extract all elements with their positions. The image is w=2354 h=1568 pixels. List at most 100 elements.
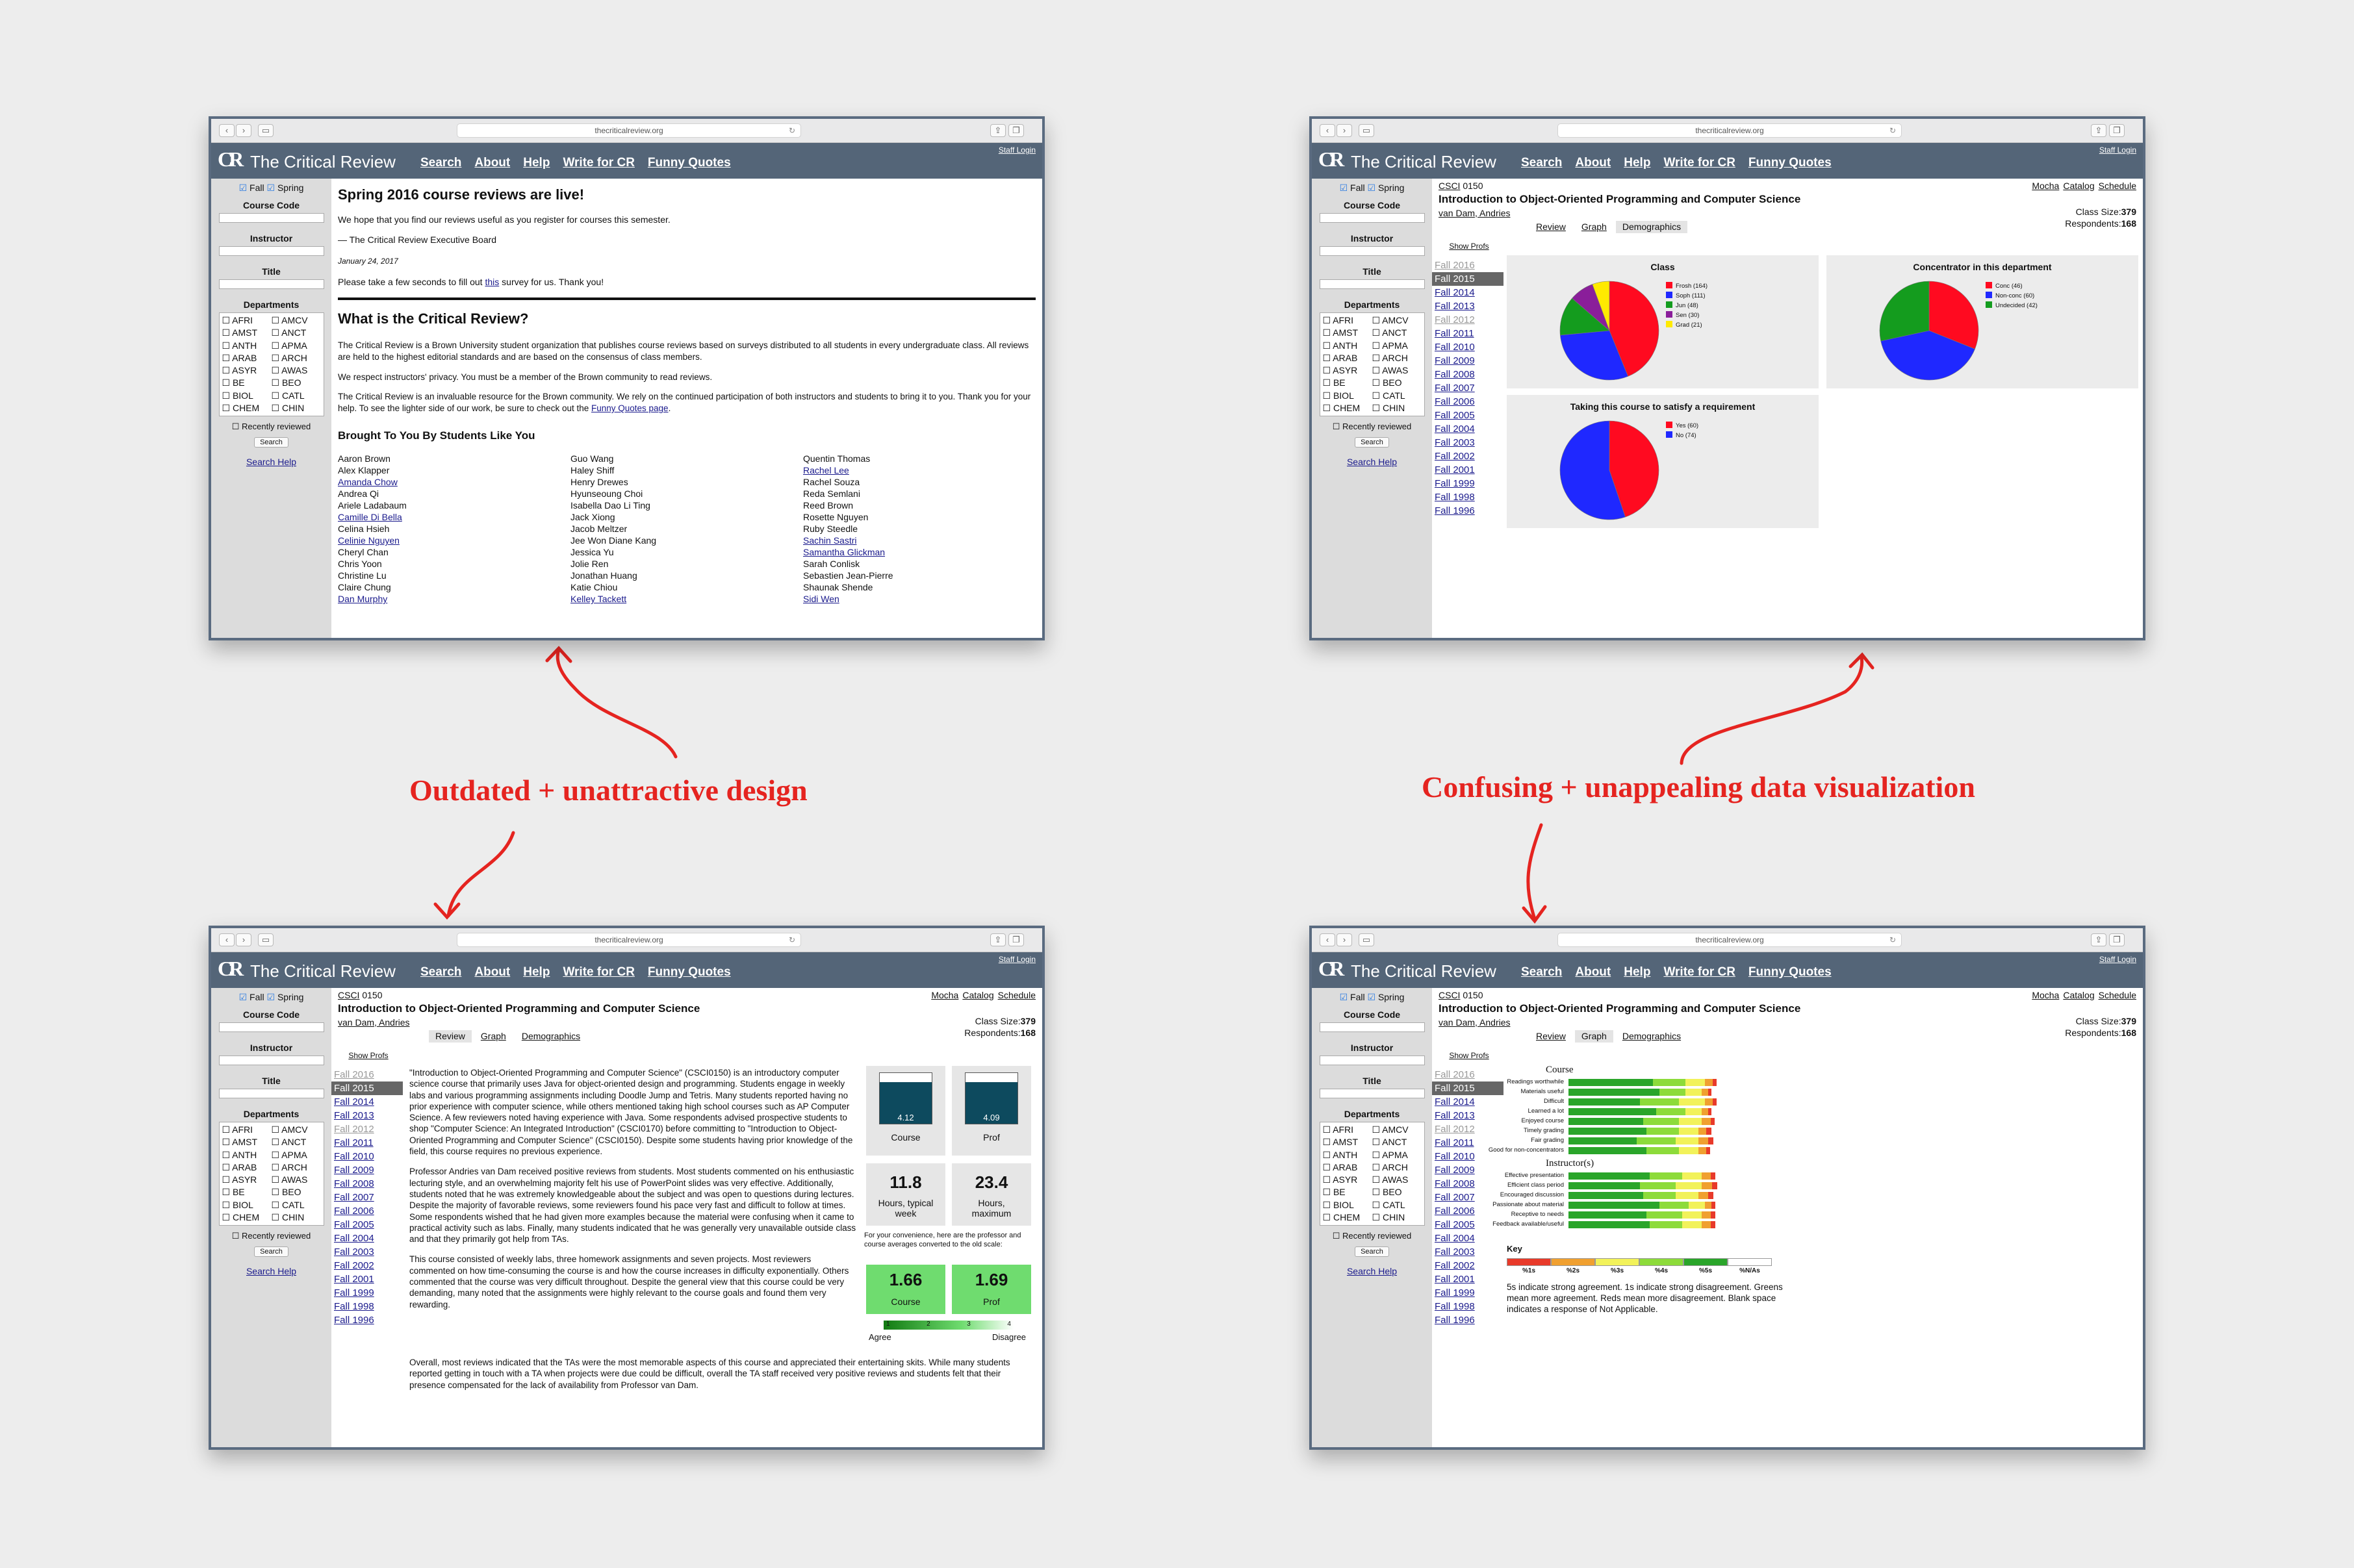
show-profs-button[interactable]: Show Profs bbox=[1432, 1049, 1503, 1063]
semester-item[interactable]: Fall 2015 bbox=[1432, 272, 1503, 286]
title-input[interactable] bbox=[1319, 279, 1425, 289]
dept-option[interactable]: ☐ BIOL bbox=[1323, 390, 1372, 402]
dept-option[interactable]: ☐ AWAS bbox=[272, 1174, 321, 1186]
semester-item[interactable]: Fall 1996 bbox=[331, 1313, 403, 1327]
dept-option[interactable]: ☐ CATL bbox=[272, 1199, 321, 1211]
dept-option[interactable]: ☐ BEO bbox=[272, 377, 321, 389]
dept-option[interactable]: ☐ BIOL bbox=[222, 1199, 272, 1211]
dept-option[interactable]: ☐ APMA bbox=[272, 1149, 321, 1161]
semester-item[interactable]: Fall 1998 bbox=[1432, 490, 1503, 504]
student-name-link[interactable]: Amanda Chow bbox=[338, 476, 570, 488]
search-help-link[interactable]: Search Help bbox=[1312, 1266, 1432, 1276]
semester-item[interactable]: Fall 2004 bbox=[1432, 422, 1503, 436]
nav-about[interactable]: About bbox=[1575, 156, 1611, 170]
dept-option[interactable]: ☐ ARAB bbox=[1323, 1161, 1372, 1174]
tab-demographics[interactable]: Demographics bbox=[1616, 1030, 1687, 1043]
sidebar-toggle-icon[interactable]: ▭ bbox=[258, 124, 274, 137]
back-icon[interactable]: ‹ bbox=[219, 933, 235, 946]
site-name[interactable]: The Critical Review bbox=[1351, 961, 1496, 981]
nav-funny-quotes[interactable]: Funny Quotes bbox=[648, 965, 731, 980]
semester-item[interactable]: Fall 2012 bbox=[1432, 313, 1503, 327]
forward-icon[interactable]: › bbox=[1337, 124, 1352, 137]
dept-option[interactable]: ☐ ARCH bbox=[1372, 1161, 1422, 1174]
fall-checkbox[interactable]: ☑ bbox=[1340, 183, 1348, 193]
departments-list[interactable]: ☐ AFRI ☐ AMCV ☐ AMST ☐ ANCT ☐ ANTH ☐ APMA ☐ AR… bbox=[218, 1122, 324, 1226]
student-name-link[interactable]: Celinie Nguyen bbox=[338, 535, 570, 546]
semester-item[interactable]: Fall 2006 bbox=[331, 1204, 403, 1218]
dept-option[interactable]: ☐ BIOL bbox=[1323, 1199, 1372, 1211]
departments-list[interactable]: ☐ AFRI ☐ AMCV ☐ AMST ☐ ANCT ☐ ANTH ☐ APMA ☐ AR… bbox=[1319, 312, 1425, 416]
dept-option[interactable]: ☐ AMCV bbox=[272, 314, 321, 327]
dept-option[interactable]: ☐ AMST bbox=[222, 1136, 272, 1148]
cr-logo[interactable]: CR bbox=[218, 957, 244, 981]
instructor-input[interactable] bbox=[1319, 246, 1425, 256]
tab-review[interactable]: Review bbox=[1529, 221, 1572, 233]
dept-option[interactable]: ☐ ARCH bbox=[272, 1161, 321, 1174]
semester-item[interactable]: Fall 2006 bbox=[1432, 395, 1503, 409]
nav-funny-quotes[interactable]: Funny Quotes bbox=[1748, 965, 1832, 980]
site-name[interactable]: The Critical Review bbox=[250, 961, 396, 981]
share-icon[interactable]: ⇪ bbox=[990, 933, 1006, 946]
dept-option[interactable]: ☐ ARCH bbox=[1372, 352, 1422, 364]
funny-quotes-link[interactable]: Funny Quotes page bbox=[591, 403, 669, 413]
semester-item[interactable]: Fall 2001 bbox=[1432, 463, 1503, 477]
course-dept-link[interactable]: CSCI bbox=[1439, 990, 1460, 1000]
dept-option[interactable]: ☐ ANTH bbox=[222, 1149, 272, 1161]
semester-item[interactable]: Fall 2001 bbox=[1432, 1272, 1503, 1286]
fall-checkbox[interactable]: ☑ bbox=[239, 183, 248, 193]
tabs-icon[interactable]: ❐ bbox=[2109, 933, 2125, 946]
mocha-link[interactable]: Mocha bbox=[2032, 180, 2059, 192]
recently-reviewed-option[interactable]: ☐ Recently reviewed bbox=[1312, 1231, 1432, 1241]
dept-option[interactable]: ☐ CHIN bbox=[272, 1211, 321, 1224]
nav-help[interactable]: Help bbox=[523, 156, 550, 170]
semester-item[interactable]: Fall 2014 bbox=[331, 1095, 403, 1109]
title-input[interactable] bbox=[1319, 1089, 1425, 1098]
dept-option[interactable]: ☐ APMA bbox=[1372, 1149, 1422, 1161]
address-bar[interactable]: thecriticalreview.org ↻ bbox=[1557, 123, 1902, 138]
search-button[interactable]: Search bbox=[1355, 437, 1389, 448]
dept-option[interactable]: ☐ ARAB bbox=[1323, 352, 1372, 364]
nav-write[interactable]: Write for CR bbox=[1663, 965, 1735, 980]
dept-option[interactable]: ☐ ANTH bbox=[222, 340, 272, 352]
spring-checkbox[interactable]: ☑ bbox=[266, 992, 275, 1002]
semester-item[interactable]: Fall 2002 bbox=[1432, 449, 1503, 463]
dept-option[interactable]: ☐ ANTH bbox=[1323, 340, 1372, 352]
course-dept-link[interactable]: CSCI bbox=[1439, 181, 1460, 191]
semester-item[interactable]: Fall 2013 bbox=[1432, 299, 1503, 313]
semester-item[interactable]: Fall 1999 bbox=[331, 1286, 403, 1300]
site-name[interactable]: The Critical Review bbox=[250, 152, 396, 172]
nav-write[interactable]: Write for CR bbox=[563, 156, 634, 170]
search-help-link[interactable]: Search Help bbox=[1312, 457, 1432, 467]
staff-login-link[interactable]: Staff Login bbox=[999, 955, 1036, 964]
dept-option[interactable]: ☐ AFRI bbox=[1323, 314, 1372, 327]
dept-option[interactable]: ☐ AWAS bbox=[1372, 1174, 1422, 1186]
sidebar-toggle-icon[interactable]: ▭ bbox=[1359, 124, 1374, 137]
semester-item[interactable]: Fall 1998 bbox=[331, 1300, 403, 1313]
dept-option[interactable]: ☐ ANCT bbox=[1372, 327, 1422, 339]
dept-option[interactable]: ☐ AFRI bbox=[222, 314, 272, 327]
catalog-link[interactable]: Catalog bbox=[2063, 180, 2094, 192]
dept-option[interactable]: ☐ AMCV bbox=[1372, 314, 1422, 327]
dept-option[interactable]: ☐ ANCT bbox=[272, 1136, 321, 1148]
semester-item[interactable]: Fall 2005 bbox=[1432, 409, 1503, 422]
forward-icon[interactable]: › bbox=[236, 933, 251, 946]
departments-list[interactable]: ☐ AFRI ☐ AMCV ☐ AMST ☐ ANCT ☐ ANTH ☐ APMA ☐ AR… bbox=[1319, 1122, 1425, 1226]
dept-option[interactable]: ☐ CHIN bbox=[1372, 402, 1422, 414]
title-input[interactable] bbox=[218, 1089, 324, 1098]
dept-option[interactable]: ☐ APMA bbox=[1372, 340, 1422, 352]
dept-option[interactable]: ☐ CATL bbox=[272, 390, 321, 402]
spring-checkbox[interactable]: ☑ bbox=[1367, 183, 1375, 193]
dept-option[interactable]: ☐ BEO bbox=[1372, 1186, 1422, 1198]
tabs-icon[interactable]: ❐ bbox=[1008, 124, 1024, 137]
nav-write[interactable]: Write for CR bbox=[563, 965, 634, 980]
catalog-link[interactable]: Catalog bbox=[962, 989, 993, 1002]
instructor-input[interactable] bbox=[218, 246, 324, 256]
address-bar[interactable]: thecriticalreview.org ↻ bbox=[1557, 933, 1902, 947]
dept-option[interactable]: ☐ CHEM bbox=[1323, 1211, 1372, 1224]
student-name-link[interactable]: Kelley Tackett bbox=[570, 593, 803, 605]
departments-list[interactable]: ☐ AFRI ☐ AMCV ☐ AMST ☐ ANCT ☐ ANTH ☐ APMA ☐ AR… bbox=[218, 312, 324, 416]
semester-item[interactable]: Fall 2008 bbox=[1432, 368, 1503, 381]
dept-option[interactable]: ☐ AMCV bbox=[1372, 1124, 1422, 1136]
search-button[interactable]: Search bbox=[254, 437, 288, 448]
dept-option[interactable]: ☐ ANCT bbox=[272, 327, 321, 339]
